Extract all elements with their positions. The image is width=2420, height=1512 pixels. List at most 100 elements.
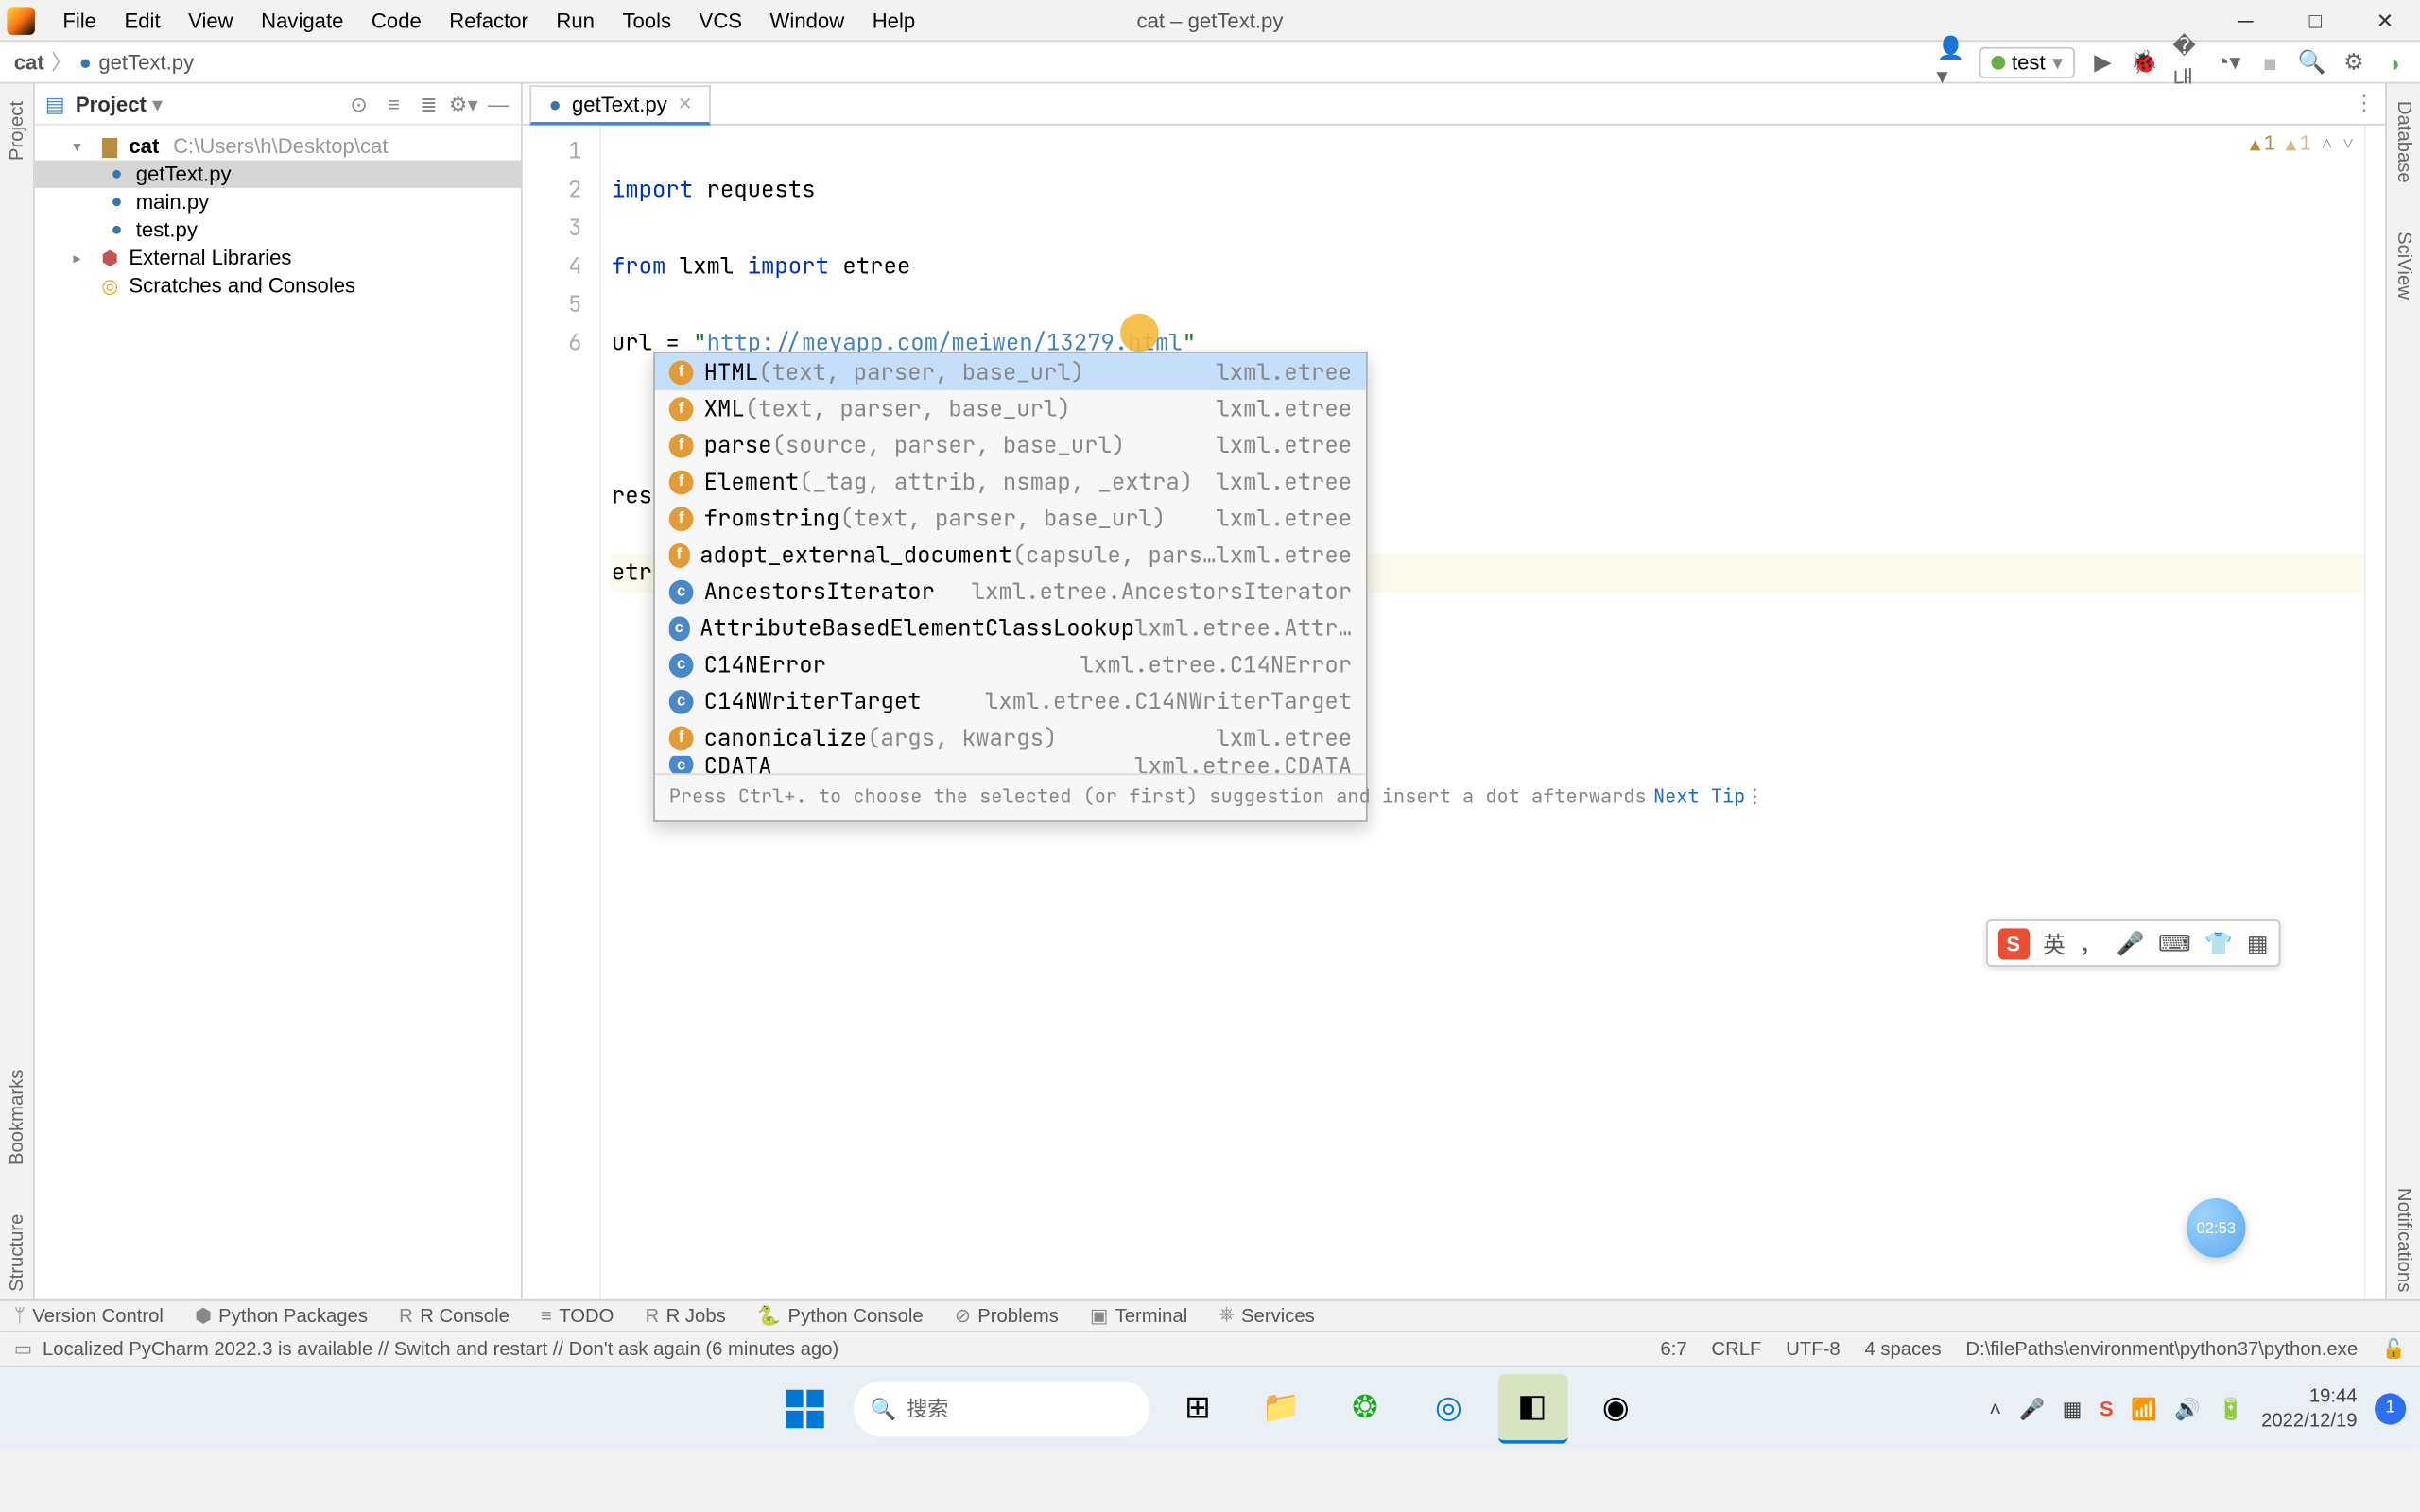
ime-lang[interactable]: 英 [2043, 926, 2066, 959]
breadcrumb-file[interactable]: getText.py [98, 50, 194, 75]
expand-arrow-icon[interactable]: ▸ [73, 249, 90, 267]
profile-button[interactable]: ◔▾ [2214, 49, 2241, 77]
ime-mic-icon[interactable]: 🎤 [2116, 929, 2144, 956]
select-opened-file-icon[interactable]: ⊙ [347, 92, 372, 116]
coverage-button[interactable]: �내 [2172, 49, 2200, 77]
status-icon[interactable]: ▭ [14, 1337, 32, 1360]
sogou-icon[interactable]: S [1997, 927, 2029, 958]
taskbar-search[interactable]: 🔍 搜索 [853, 1381, 1149, 1436]
notification-badge[interactable]: 1 [2375, 1392, 2406, 1423]
menu-navigate[interactable]: Navigate [247, 0, 357, 41]
tab-sciview[interactable]: SciView [2393, 225, 2413, 307]
run-button[interactable]: ▶ [2089, 49, 2117, 77]
window-maximize[interactable]: □ [2280, 0, 2350, 42]
tree-external-libs[interactable]: ▸ ⬢ External Libraries [35, 244, 521, 271]
tool-services[interactable]: ⎈Services [1219, 1304, 1314, 1327]
chrome-icon[interactable]: ◉ [1582, 1373, 1651, 1443]
project-panel-title[interactable]: Project ▾ [76, 92, 337, 116]
collapse-all-icon[interactable]: ≣ [416, 92, 441, 116]
prev-highlight-icon[interactable]: ˄ [2322, 132, 2332, 157]
tool-r-jobs[interactable]: RR Jobs [646, 1305, 726, 1326]
ac-more-icon[interactable]: ⋮ [1745, 779, 1764, 817]
window-minimize[interactable]: ─ [2211, 0, 2281, 42]
tab-structure[interactable]: Structure [6, 1208, 26, 1299]
ac-item[interactable]: c AncestorsIterator lxml.etree.Ancestors… [655, 573, 1366, 610]
ac-item[interactable]: f HTML(text, parser, base_url) lxml.etre… [655, 353, 1366, 390]
menu-code[interactable]: Code [357, 0, 435, 41]
menu-tools[interactable]: Tools [609, 0, 685, 41]
ac-item[interactable]: c C14NWriterTarget lxml.etree.C14NWriter… [655, 682, 1366, 719]
ac-item[interactable]: f XML(text, parser, base_url) lxml.etree [655, 390, 1366, 427]
close-tab-icon[interactable]: ✕ [678, 94, 692, 113]
tray-mic-icon[interactable]: 🎤 [2019, 1396, 2046, 1420]
tab-notifications[interactable]: Notifications [2393, 1181, 2413, 1299]
next-highlight-icon[interactable]: ˅ [2342, 132, 2353, 157]
python-interpreter[interactable]: D:\filePaths\environment\python37\python… [1965, 1338, 2358, 1359]
taskbar-clock[interactable]: 19:44 2022/12/19 [2261, 1383, 2357, 1433]
tab-gettext[interactable]: ● getText.py ✕ [529, 85, 711, 125]
code-with-me-icon[interactable]: ◗ [2381, 49, 2409, 77]
menu-refactor[interactable]: Refactor [436, 0, 543, 41]
menu-vcs[interactable]: VCS [685, 0, 756, 41]
system-tray[interactable]: ˄ 🎤 ▦ S 📶 🔊 🔋 19:44 2022/12/19 1 [1989, 1383, 2406, 1433]
edge-icon[interactable]: ◎ [1414, 1373, 1484, 1443]
status-message[interactable]: Localized PyCharm 2022.3 is available //… [43, 1338, 838, 1359]
settings-icon[interactable]: ⚙ [2340, 49, 2367, 77]
read-only-lock-icon[interactable]: 🔓 [2382, 1337, 2406, 1360]
tree-root[interactable]: ▾ ▇ cat C:\Users\h\Desktop\cat [35, 132, 521, 160]
tool-todo[interactable]: ≡TODO [541, 1305, 614, 1326]
ac-item[interactable]: f fromstring(text, parser, base_url) lxm… [655, 500, 1366, 537]
ac-item[interactable]: f Element(_tag, attrib, nsmap, _extra) l… [655, 463, 1366, 500]
tray-wifi-icon[interactable]: 📶 [2131, 1396, 2157, 1420]
tree-file-test[interactable]: ● test.py [35, 216, 521, 244]
code-editor[interactable]: 123456 import requests from lxml import … [523, 126, 2385, 1299]
tray-app-icon[interactable]: ▦ [2063, 1396, 2083, 1420]
tab-bookmarks[interactable]: Bookmarks [6, 1063, 26, 1173]
ac-item[interactable]: c AttributeBasedElementClassLookup lxml.… [655, 610, 1366, 646]
ime-toolbar[interactable]: S 英 ， 🎤 ⌨ 👕 ▦ [1985, 919, 2280, 967]
timer-badge[interactable]: 02:53 [2187, 1198, 2246, 1258]
inspections-widget[interactable]: ▲1 ▲1 ˄ ˅ [2250, 132, 2354, 157]
indent-settings[interactable]: 4 spaces [1864, 1338, 1941, 1359]
tool-r-console[interactable]: RR Console [399, 1305, 510, 1326]
menu-help[interactable]: Help [858, 0, 929, 41]
ac-item[interactable]: f adopt_external_document(capsule, pars…… [655, 537, 1366, 574]
tool-problems[interactable]: ⊘Problems [955, 1304, 1059, 1327]
ime-toolbox-icon[interactable]: ▦ [2247, 929, 2269, 956]
menu-file[interactable]: File [49, 0, 111, 41]
tree-scratches[interactable]: ◎ Scratches and Consoles [35, 272, 521, 300]
ime-punct-icon[interactable]: ， [2080, 926, 2102, 959]
tray-chevron-icon[interactable]: ˄ [1989, 1396, 2001, 1420]
project-tree[interactable]: ▾ ▇ cat C:\Users\h\Desktop\cat ● getText… [35, 126, 521, 307]
tab-project[interactable]: Project [6, 94, 26, 168]
wechat-icon[interactable]: ❂ [1330, 1373, 1400, 1443]
expand-arrow-icon[interactable]: ▾ [73, 137, 90, 156]
ac-item[interactable]: f parse(source, parser, base_url) lxml.e… [655, 427, 1366, 464]
ime-skin-icon[interactable]: 👕 [2204, 929, 2233, 956]
code-area[interactable]: import requests from lxml import etree u… [601, 126, 2364, 1299]
tray-sogou-icon[interactable]: S [2100, 1396, 2114, 1420]
line-separator[interactable]: CRLF [1711, 1338, 1761, 1359]
caret-position[interactable]: 6:7 [1660, 1338, 1686, 1359]
file-encoding[interactable]: UTF-8 [1786, 1338, 1840, 1359]
search-everywhere-icon[interactable]: 🔍 [2298, 49, 2325, 77]
ime-keyboard-icon[interactable]: ⌨ [2158, 929, 2191, 956]
autocomplete-popup[interactable]: f HTML(text, parser, base_url) lxml.etre… [653, 352, 1368, 822]
tree-file-main[interactable]: ● main.py [35, 188, 521, 215]
tray-volume-icon[interactable]: 🔊 [2174, 1396, 2201, 1420]
hide-panel-icon[interactable]: — [486, 92, 510, 116]
window-close[interactable]: ✕ [2350, 0, 2420, 42]
menu-window[interactable]: Window [756, 0, 858, 41]
start-button[interactable] [769, 1373, 839, 1443]
tab-database[interactable]: Database [2393, 94, 2413, 191]
tool-python-packages[interactable]: ⬢Python Packages [195, 1304, 368, 1327]
breadcrumb-project[interactable]: cat [14, 50, 44, 75]
error-stripe[interactable] [2364, 126, 2385, 1299]
menu-run[interactable]: Run [543, 0, 609, 41]
editor-tabs-more-icon[interactable]: ⋮ [2354, 91, 2375, 115]
tree-file-gettext[interactable]: ● getText.py [35, 161, 521, 188]
menu-view[interactable]: View [174, 0, 247, 41]
ac-item[interactable]: f canonicalize(args, kwargs) lxml.etree [655, 719, 1366, 756]
settings-gear-icon[interactable]: ⚙▾ [451, 92, 475, 116]
tray-battery-icon[interactable]: 🔋 [2218, 1396, 2244, 1420]
